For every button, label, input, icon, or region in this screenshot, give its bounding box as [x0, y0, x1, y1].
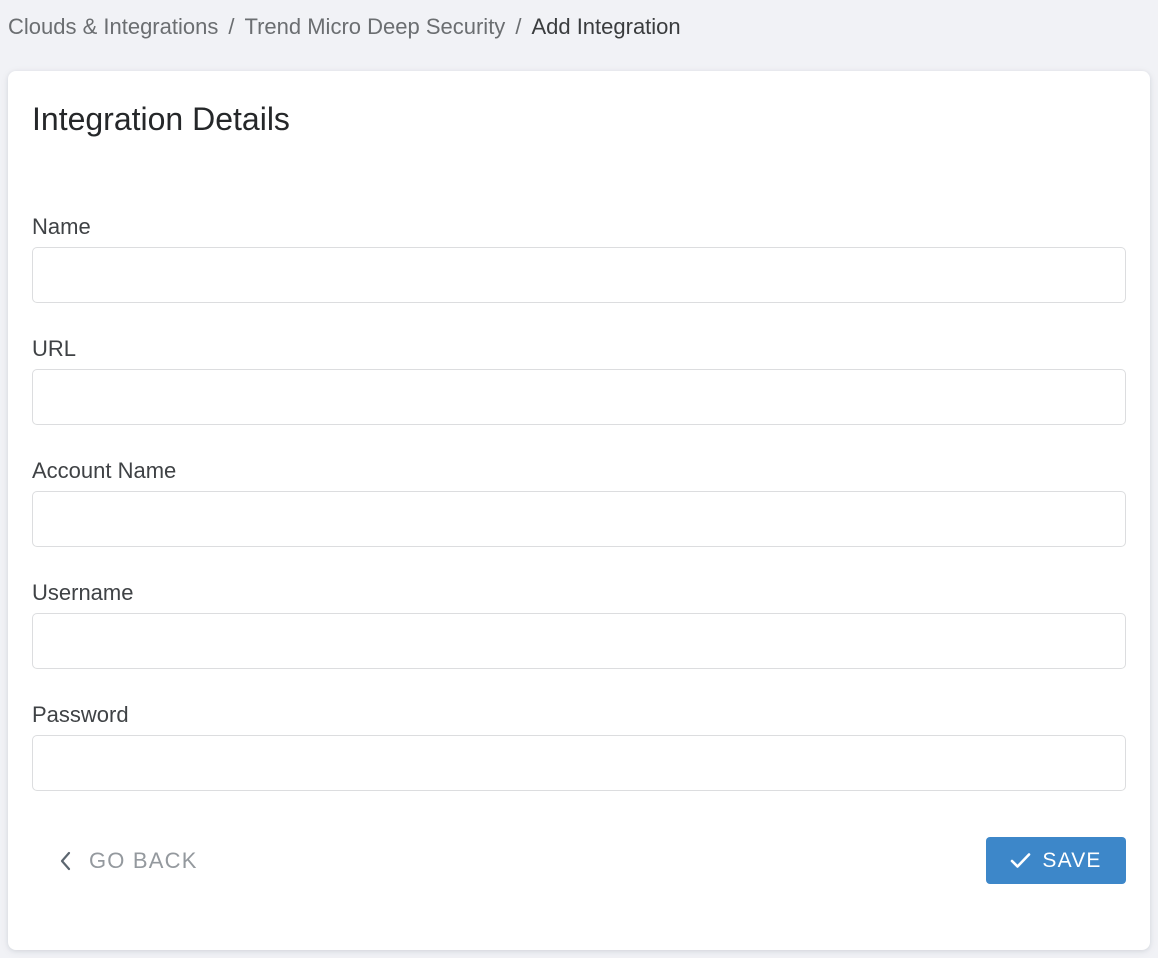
- password-field-group: Password: [32, 703, 1126, 791]
- form-footer: GO BACK SAVE: [32, 837, 1126, 884]
- url-label: URL: [32, 337, 1126, 361]
- go-back-button[interactable]: GO BACK: [58, 848, 198, 874]
- username-field-group: Username: [32, 581, 1126, 669]
- breadcrumb-separator: /: [228, 12, 234, 42]
- account-name-label: Account Name: [32, 459, 1126, 483]
- url-input[interactable]: [32, 369, 1126, 425]
- page-title: Integration Details: [32, 97, 1126, 141]
- password-input[interactable]: [32, 735, 1126, 791]
- checkmark-icon: [1010, 852, 1031, 869]
- breadcrumb: Clouds & Integrations / Trend Micro Deep…: [0, 0, 1158, 71]
- password-label: Password: [32, 703, 1126, 727]
- breadcrumb-item-add-integration: Add Integration: [531, 12, 680, 42]
- username-input[interactable]: [32, 613, 1126, 669]
- username-label: Username: [32, 581, 1126, 605]
- name-input[interactable]: [32, 247, 1126, 303]
- name-field-group: Name: [32, 215, 1126, 303]
- breadcrumb-separator: /: [515, 12, 521, 42]
- account-name-field-group: Account Name: [32, 459, 1126, 547]
- save-label: SAVE: [1042, 849, 1101, 873]
- integration-details-card: Integration Details Name URL Account Nam…: [8, 71, 1150, 950]
- account-name-input[interactable]: [32, 491, 1126, 547]
- integration-form: Name URL Account Name Username Password: [32, 215, 1126, 791]
- breadcrumb-item-clouds-integrations[interactable]: Clouds & Integrations: [8, 12, 218, 42]
- url-field-group: URL: [32, 337, 1126, 425]
- go-back-label: GO BACK: [89, 848, 198, 874]
- chevron-left-icon: [58, 849, 73, 873]
- name-label: Name: [32, 215, 1126, 239]
- breadcrumb-item-trend-micro-deep-security[interactable]: Trend Micro Deep Security: [244, 12, 505, 42]
- save-button[interactable]: SAVE: [986, 837, 1126, 884]
